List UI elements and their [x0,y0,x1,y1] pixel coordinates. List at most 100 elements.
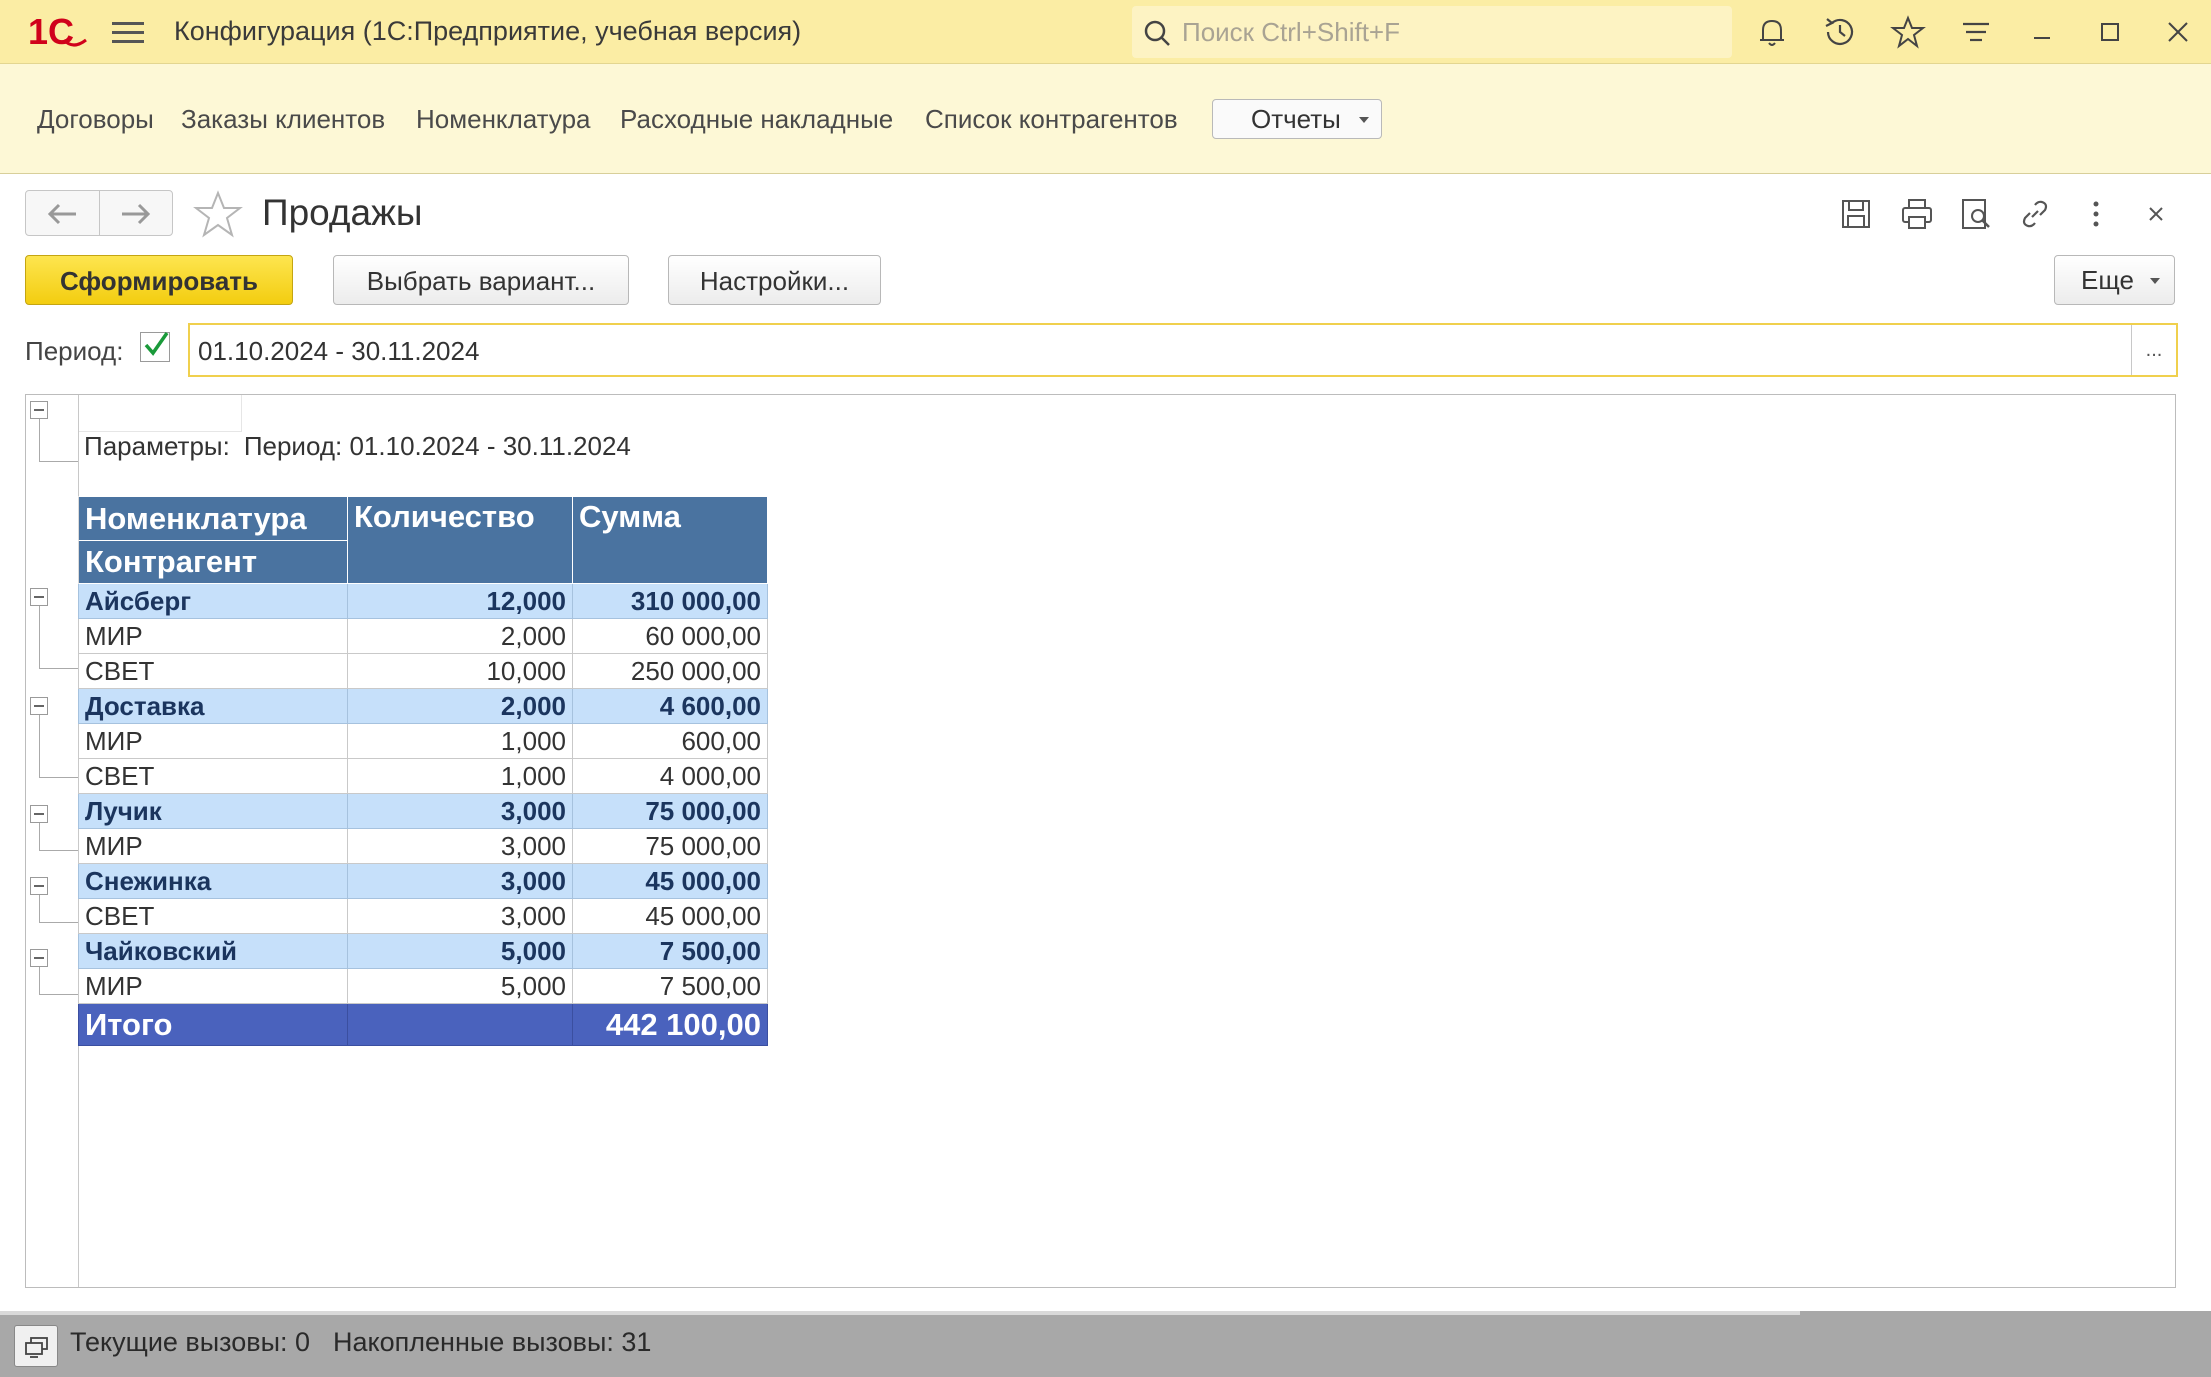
section-link-counterparties[interactable]: Список контрагентов [925,104,1178,135]
item-name: СВЕТ [78,758,348,794]
group-qty: 3,000 [347,863,573,899]
group-row[interactable]: Доставка 2,000 4 600,00 [78,688,768,724]
main-menu-icon[interactable] [112,18,144,46]
collapse-group-toggle[interactable] [30,949,48,967]
sort-icon[interactable] [1958,14,1994,50]
link-icon[interactable] [2017,196,2053,232]
item-sum: 75 000,00 [572,828,768,864]
star-icon[interactable] [1890,14,1926,50]
arrow-right-icon [122,203,151,225]
report-document[interactable]: Параметры: Период: 01.10.2024 - 30.11.202… [25,394,2176,1288]
generate-button[interactable]: Сформировать [25,255,293,305]
period-checkbox[interactable] [140,331,170,362]
select-variant-button[interactable]: Выбрать вариант... [333,255,629,305]
group-name: Лучик [78,793,348,829]
reports-label: Отчеты [1251,104,1341,134]
report-form: Продажы Сформировать Выбрать вариант... … [0,174,2211,1310]
group-row[interactable]: Лучик 3,000 75 000,00 [78,793,768,829]
reports-dropdown-button[interactable]: Отчеты [1212,99,1382,139]
item-sum: 60 000,00 [572,618,768,654]
accumulated-calls-text: Накопленные вызовы: 31 [333,1327,652,1357]
server-calls-button[interactable] [14,1325,58,1367]
print-icon[interactable] [1899,196,1935,232]
group-sum: 75 000,00 [572,793,768,829]
item-qty: 5,000 [347,968,573,1004]
total-row[interactable]: Итого 442 100,00 [78,1003,768,1046]
params-label: Параметры: [84,431,230,461]
item-row[interactable]: МИР 2,000 60 000,00 [78,618,768,654]
total-label: Итого [78,1003,348,1046]
item-name: МИР [78,828,348,864]
item-qty: 3,000 [347,898,573,934]
section-link-nomenclature[interactable]: Номенклатура [416,104,590,135]
collapse-params-toggle[interactable] [30,401,48,419]
arrow-left-icon [47,203,76,225]
save-icon[interactable] [1838,196,1874,232]
preview-icon[interactable] [1958,196,1994,232]
chevron-down-icon [1359,117,1369,123]
period-field[interactable]: ... [188,323,2178,377]
navigation-buttons [25,190,173,236]
back-button[interactable] [26,191,99,235]
forward-button[interactable] [100,191,173,235]
section-link-client-orders[interactable]: Заказы клиентов [181,104,385,135]
section-link-contracts[interactable]: Договоры [37,104,154,135]
collapse-group-toggle[interactable] [30,588,48,606]
group-row[interactable]: Снежинка 3,000 45 000,00 [78,863,768,899]
group-qty: 2,000 [347,688,573,724]
group-sum: 310 000,00 [572,583,768,619]
form-close-icon[interactable] [2138,196,2174,232]
group-name: Доставка [78,688,348,724]
page-title: Продажы [262,192,423,233]
group-sum: 4 600,00 [572,688,768,724]
period-label: Период: [25,336,124,366]
item-sum: 7 500,00 [572,968,768,1004]
group-sum: 45 000,00 [572,863,768,899]
settings-button[interactable]: Настройки... [668,255,881,305]
group-qty: 5,000 [347,933,573,969]
collapse-group-toggle[interactable] [30,697,48,715]
item-row[interactable]: МИР 5,000 7 500,00 [78,968,768,1004]
item-name: МИР [78,618,348,654]
collapse-group-toggle[interactable] [30,877,48,895]
header-counterparty[interactable]: Контрагент [78,540,348,584]
current-calls-text: Текущие вызовы: 0 [70,1327,311,1357]
item-qty: 10,000 [347,653,573,689]
period-select-button[interactable]: ... [2131,325,2176,375]
group-row[interactable]: Айсберг 12,000 310 000,00 [78,583,768,619]
history-icon[interactable] [1822,14,1858,50]
item-row[interactable]: СВЕТ 1,000 4 000,00 [78,758,768,794]
section-link-invoices[interactable]: Расходные накладные [620,104,893,135]
group-row[interactable]: Чайковский 5,000 7 500,00 [78,933,768,969]
header-sum[interactable]: Сумма [572,496,768,584]
search-input[interactable] [1180,14,1724,50]
item-sum: 600,00 [572,723,768,759]
item-sum: 45 000,00 [572,898,768,934]
header-quantity[interactable]: Количество [347,496,573,584]
header-nomenclature[interactable]: Номенклатура [78,496,348,541]
bell-icon[interactable] [1754,14,1790,50]
group-name: Айсберг [78,583,348,619]
search-icon [1144,20,1170,46]
search-box[interactable] [1132,6,1732,58]
favorite-star-icon[interactable] [193,190,243,240]
group-name: Чайковский [78,933,348,969]
item-row[interactable]: МИР 3,000 75 000,00 [78,828,768,864]
item-row[interactable]: СВЕТ 10,000 250 000,00 [78,653,768,689]
checkmark-icon [144,331,169,356]
window-close-icon[interactable] [2160,14,2196,50]
period-input[interactable] [196,333,2100,369]
item-qty: 1,000 [347,723,573,759]
collapse-group-toggle[interactable] [30,805,48,823]
maximize-icon[interactable] [2092,14,2128,50]
total-sum: 442 100,00 [572,1003,768,1046]
more-button[interactable]: Еще [2054,255,2175,305]
app-title: Конфигурация (1С:Предприятие, учебная ве… [174,16,802,46]
item-row[interactable]: МИР 1,000 600,00 [78,723,768,759]
item-qty: 3,000 [347,828,573,864]
chevron-down-icon [2150,278,2160,284]
sections-panel: Договоры Заказы клиентов Номенклатура Ра… [0,64,2211,174]
item-row[interactable]: СВЕТ 3,000 45 000,00 [78,898,768,934]
more-vertical-icon[interactable] [2078,196,2114,232]
minimize-icon[interactable] [2024,14,2060,50]
